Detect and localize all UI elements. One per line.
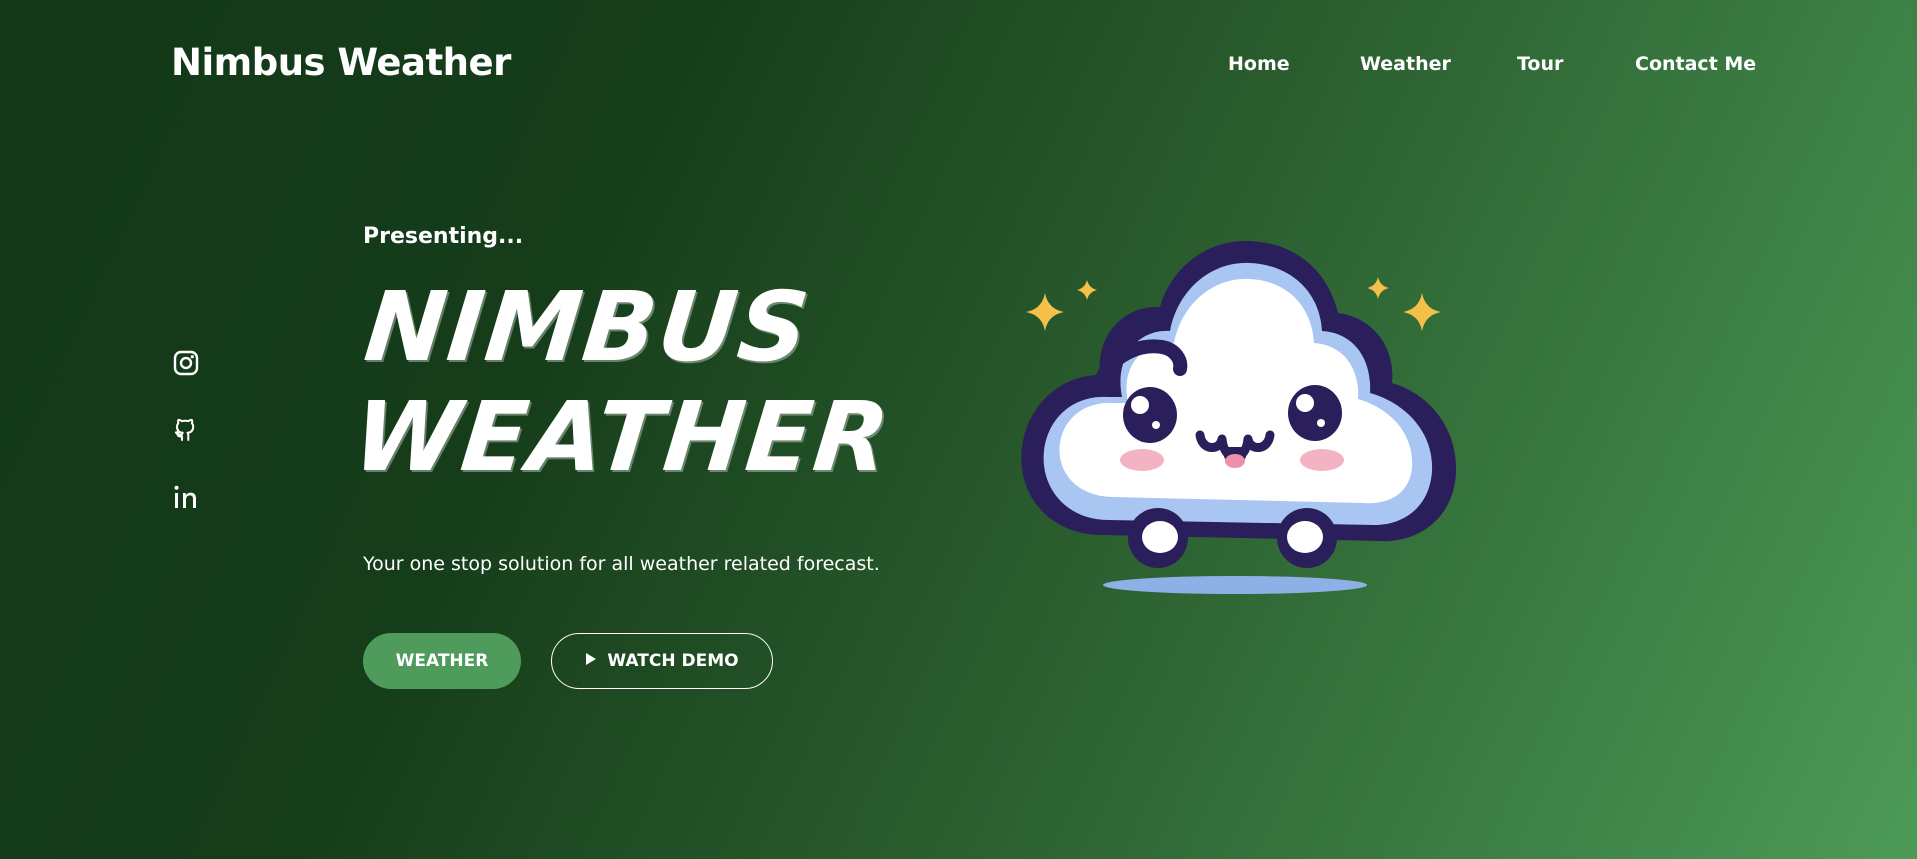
linkedin-icon[interactable] [172,483,200,511]
hero-title-line-2: WEATHER [348,381,897,493]
main-nav: Home Weather Tour Contact Me [0,49,1917,79]
weather-button-label: WEATHER [395,651,489,671]
watch-demo-button-label: WATCH DEMO [607,651,739,671]
nav-tour[interactable]: Tour [1517,49,1563,79]
nav-home[interactable]: Home [1228,49,1290,79]
hero-eyebrow: Presenting... [363,224,524,249]
cloud-mascot-icon [1010,225,1460,605]
watch-demo-button[interactable]: WATCH DEMO [551,633,773,689]
weather-button[interactable]: WEATHER [363,633,521,689]
hero-tagline: Your one stop solution for all weather r… [363,553,880,575]
hero-title-line-1: NIMBUS [359,271,816,383]
play-icon [585,651,597,671]
instagram-icon[interactable] [172,349,200,377]
hero-title: NIMBUS WEATHER [348,271,907,493]
github-icon[interactable] [172,416,200,444]
nav-contact-me[interactable]: Contact Me [1635,49,1756,79]
nav-weather[interactable]: Weather [1360,49,1451,79]
